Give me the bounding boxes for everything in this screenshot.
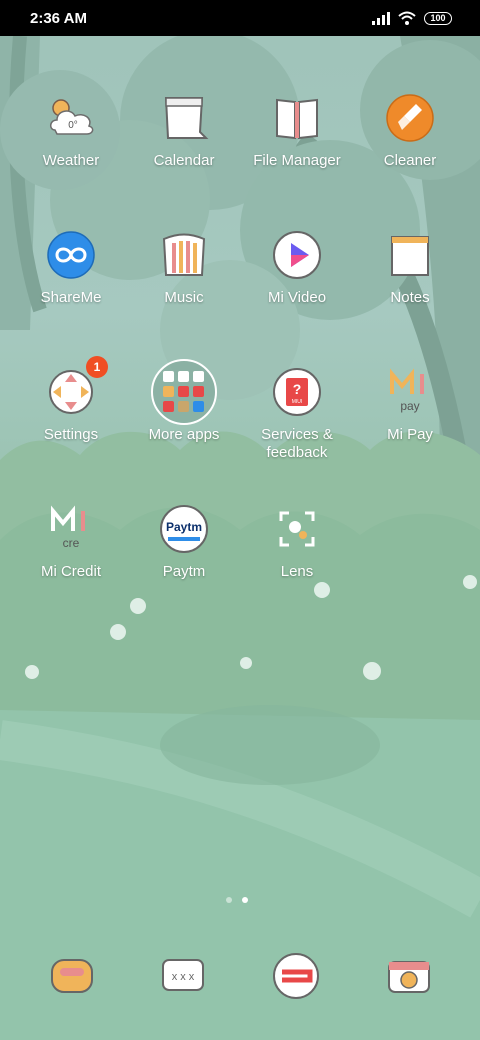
app-file-manager[interactable]: File Manager [242,92,352,170]
app-label: Mi Pay [387,426,433,443]
app-lens[interactable]: Lens [242,503,352,581]
status-icons: 100 [372,11,452,25]
app-label: Calendar [153,152,215,169]
app-music[interactable]: Music [129,229,239,307]
app-mi-video[interactable]: Mi Video [242,229,352,307]
file-manager-icon [276,98,318,140]
cleaner-icon [386,94,434,142]
services-feedback-icon: ? MIUI [273,368,321,416]
svg-text:?: ? [293,381,302,397]
app-services-feedback[interactable]: ? MIUI Services & feedback [242,366,352,462]
weather-icon: 0° [50,99,94,135]
page-dot-1[interactable] [226,897,232,903]
weather-temp: 0° [68,120,78,131]
app-label: ShareMe [40,289,102,306]
lens-icon [279,511,315,547]
signal-icon [372,11,390,25]
app-folder-more-apps[interactable]: More apps [129,358,239,444]
app-label: Weather [42,152,100,169]
app-label: Cleaner [383,152,437,169]
app-cleaner[interactable]: Cleaner [355,92,465,170]
app-label: Services & feedback [261,426,333,461]
app-calendar[interactable]: Calendar [129,92,239,170]
status-bar: 2:36 AM 100 [0,0,480,36]
page-dot-2[interactable] [242,897,248,903]
app-notes[interactable]: Notes [355,229,465,307]
app-paytm[interactable]: Paytm Paytm [129,503,239,581]
cre-text: cre [63,536,80,550]
mi-video-icon [273,231,321,279]
camera-icon[interactable] [383,950,435,1002]
notification-badge: 1 [86,356,108,378]
browser-icon[interactable] [270,950,322,1002]
app-label: Music [164,289,204,306]
calendar-icon [164,97,209,139]
app-label: Settings [43,426,99,443]
battery-indicator: 100 [424,11,452,25]
app-label: Notes [390,289,430,306]
app-label: Mi Credit [40,563,101,580]
svg-text:x x x: x x x [172,971,195,983]
paytm-logo-text: Paytm [166,520,202,534]
status-time: 2:36 AM [30,9,87,27]
pay-text: pay [400,399,419,413]
shareme-icon [47,231,95,279]
app-label: More apps [148,426,220,443]
notes-icon [391,236,429,276]
app-mi-credit[interactable]: cre Mi Credit [16,503,126,581]
app-label: Paytm [162,563,206,580]
mi-pay-icon: pay [390,368,424,413]
folder-icon [151,359,217,425]
app-label: Mi Video [267,289,327,306]
wifi-icon [398,11,416,25]
messages-icon[interactable]: x x x [157,950,209,1002]
app-mi-pay[interactable]: pay Mi Pay [355,366,465,444]
app-label: File Manager [253,152,341,169]
app-shareme[interactable]: ShareMe [16,229,126,307]
app-label: Lens [280,563,314,580]
paytm-icon: Paytm [160,505,208,553]
mi-credit-icon: cre [51,505,85,550]
music-icon [162,233,206,276]
phone-icon[interactable] [46,950,98,1002]
miui-text: MIUI [292,399,303,405]
app-settings[interactable]: 1 Settings [16,356,126,444]
page-indicator[interactable] [226,897,248,903]
app-weather[interactable]: 0° Weather [16,92,126,170]
